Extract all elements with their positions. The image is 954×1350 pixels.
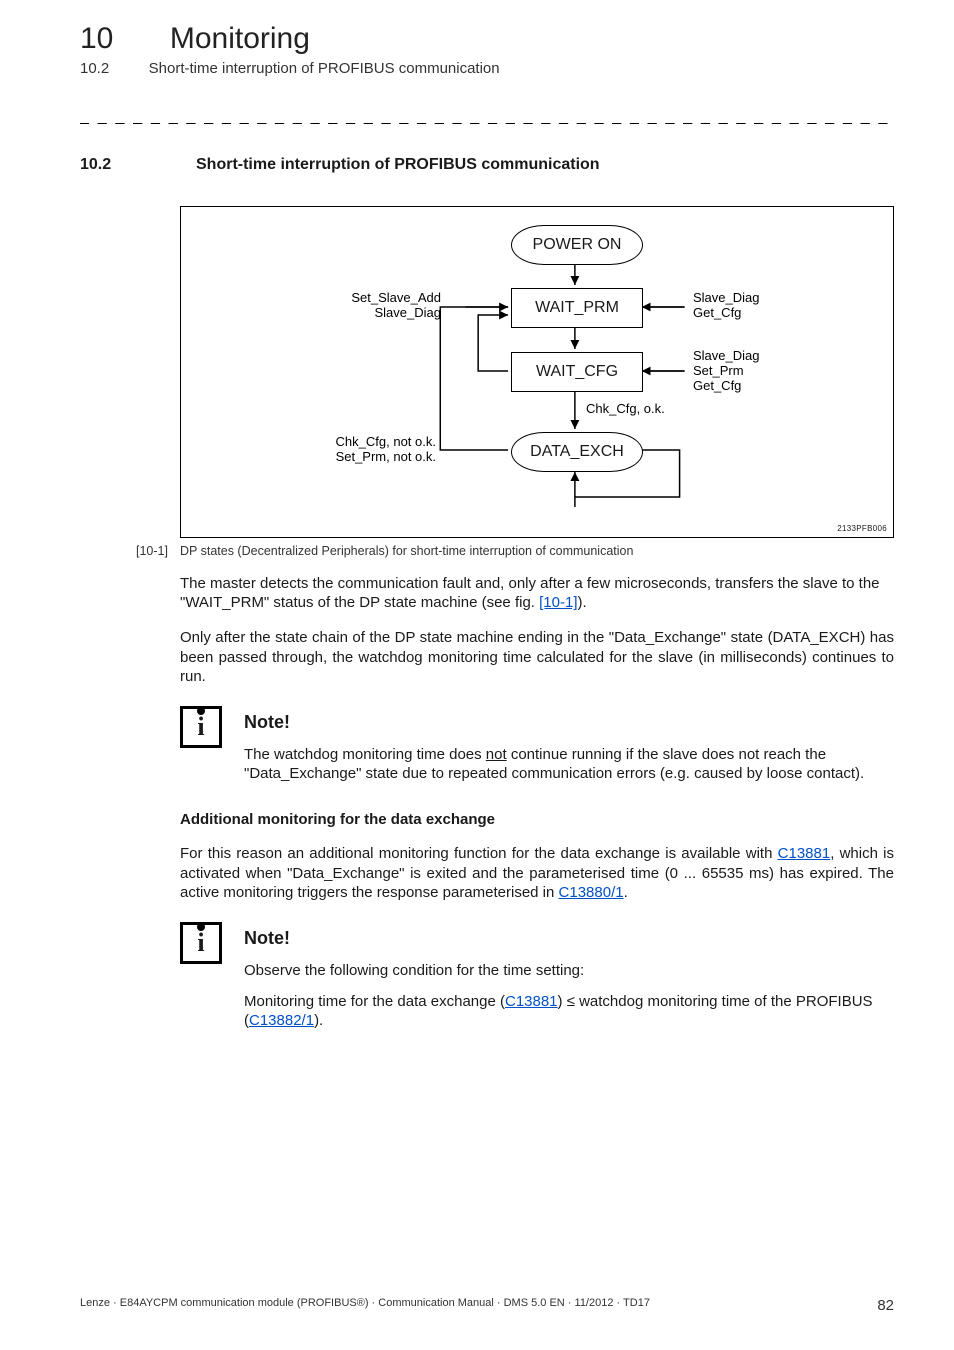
link-c13882-1[interactable]: C13882/1 bbox=[249, 1012, 314, 1029]
footer-text: Lenze · E84AYCPM communication module (P… bbox=[80, 1297, 650, 1314]
figure-ref-link[interactable]: [10-1] bbox=[539, 594, 577, 611]
note1-a: The watchdog monitoring time does bbox=[244, 746, 486, 763]
chapter-title: Monitoring bbox=[170, 22, 310, 55]
section-number-header: 10.2 bbox=[80, 60, 109, 77]
para1-text-a: The master detects the communication fau… bbox=[180, 575, 880, 611]
note2-a: Monitoring time for the data exchange ( bbox=[244, 993, 505, 1010]
info-icon: i bbox=[180, 706, 222, 748]
note1-u: not bbox=[486, 746, 507, 763]
label-right-wait-cfg: Slave_Diag Set_Prm Get_Cfg bbox=[693, 349, 760, 394]
caption-text: DP states (Decentralized Peripherals) fo… bbox=[180, 544, 633, 558]
chapter-number: 10 bbox=[80, 22, 113, 55]
link-c13880-1[interactable]: C13880/1 bbox=[559, 884, 624, 901]
paragraph-3: For this reason an additional monitoring… bbox=[180, 844, 894, 902]
section-title-header: Short-time interruption of PROFIBUS comm… bbox=[149, 60, 500, 77]
para3-c: . bbox=[624, 884, 628, 901]
state-data-exch: DATA_EXCH bbox=[511, 432, 643, 472]
link-c13881-b[interactable]: C13881 bbox=[505, 993, 558, 1010]
label-left-data-exch: Chk_Cfg, not o.k. Set_Prm, not o.k. bbox=[291, 435, 436, 465]
sub-heading: Additional monitoring for the data excha… bbox=[180, 811, 894, 828]
label-chk-ok: Chk_Cfg, o.k. bbox=[586, 402, 665, 417]
page-number: 82 bbox=[877, 1297, 894, 1314]
figure-code: 2133PFB006 bbox=[837, 524, 887, 533]
section-heading: Short-time interruption of PROFIBUS comm… bbox=[196, 156, 600, 174]
figure-diagram: POWER ON WAIT_PRM WAIT_CFG DATA_EXCH Set… bbox=[180, 206, 894, 538]
paragraph-2: Only after the state chain of the DP sta… bbox=[180, 628, 894, 686]
label-left-wait-prm: Set_Slave_Add Slave_Diag bbox=[311, 291, 441, 321]
info-icon: i bbox=[180, 922, 222, 964]
note-text-1: The watchdog monitoring time does not co… bbox=[244, 745, 894, 783]
state-wait-cfg: WAIT_CFG bbox=[511, 352, 643, 392]
state-power-on: POWER ON bbox=[511, 225, 643, 265]
link-c13881-a[interactable]: C13881 bbox=[778, 845, 831, 862]
note2-line2: Monitoring time for the data exchange (C… bbox=[244, 992, 894, 1030]
paragraph-1: The master detects the communication fau… bbox=[180, 574, 894, 612]
label-right-wait-prm: Slave_Diag Get_Cfg bbox=[693, 291, 760, 321]
note2-c: ). bbox=[314, 1012, 323, 1029]
section-number: 10.2 bbox=[80, 156, 196, 174]
state-wait-prm: WAIT_PRM bbox=[511, 288, 643, 328]
para1-text-b: ). bbox=[577, 594, 586, 611]
note-title-1: Note! bbox=[244, 712, 894, 733]
divider: _ _ _ _ _ _ _ _ _ _ _ _ _ _ _ _ _ _ _ _ … bbox=[80, 108, 894, 126]
caption-number: [10-1] bbox=[136, 544, 180, 558]
note-title-2: Note! bbox=[244, 928, 894, 949]
para3-a: For this reason an additional monitoring… bbox=[180, 845, 778, 862]
note2-line1: Observe the following condition for the … bbox=[244, 961, 894, 980]
